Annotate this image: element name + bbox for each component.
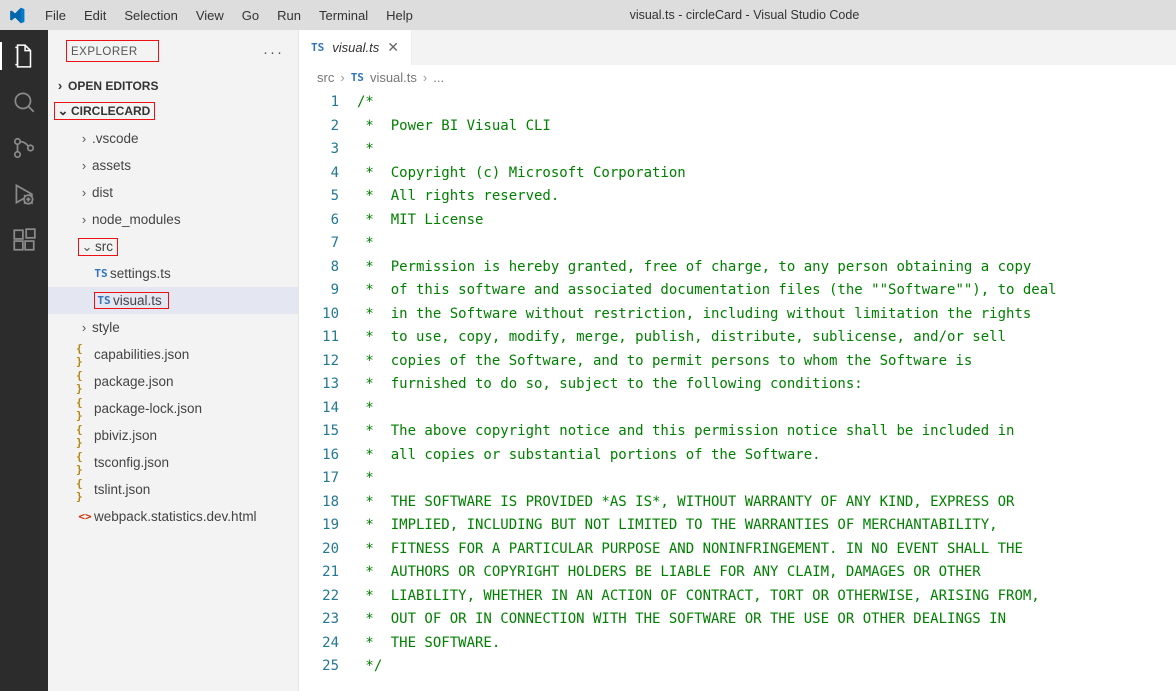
- tab-label: visual.ts: [332, 40, 379, 55]
- breadcrumb-file[interactable]: visual.ts: [370, 70, 417, 85]
- ts-file-icon: TS: [92, 267, 110, 280]
- menu-edit[interactable]: Edit: [76, 4, 114, 27]
- chevron-down-icon: ⌄: [55, 103, 71, 119]
- open-editors-section[interactable]: › OPEN EDITORS: [48, 74, 298, 97]
- extensions-icon[interactable]: [10, 226, 38, 254]
- run-debug-icon[interactable]: [10, 180, 38, 208]
- window-title: visual.ts - circleCard - Visual Studio C…: [421, 8, 1168, 22]
- folder-node-modules[interactable]: ›node_modules: [48, 206, 298, 233]
- code-content[interactable]: /* * Power BI Visual CLI * * Copyright (…: [357, 91, 1176, 691]
- html-file-icon: <>: [76, 510, 94, 523]
- file-tsconfig-json[interactable]: { }tsconfig.json: [48, 449, 298, 476]
- sidebar-title: EXPLORER: [71, 46, 138, 58]
- chevron-right-icon: ›: [423, 70, 427, 85]
- json-file-icon: { }: [76, 342, 94, 368]
- ts-file-icon: TS: [311, 41, 324, 54]
- breadcrumb-src[interactable]: src: [317, 70, 334, 85]
- ts-file-icon: TS: [351, 71, 364, 84]
- tabs-bar: TS visual.ts ✕: [299, 30, 1176, 65]
- file-webpack-html[interactable]: <>webpack.statistics.dev.html: [48, 503, 298, 530]
- explorer-icon[interactable]: [10, 42, 38, 70]
- file-package-lock-json[interactable]: { }package-lock.json: [48, 395, 298, 422]
- line-numbers: 1234567891011121314151617181920212223242…: [299, 91, 357, 691]
- file-package-json[interactable]: { }package.json: [48, 368, 298, 395]
- menu-selection[interactable]: Selection: [116, 4, 185, 27]
- menu-view[interactable]: View: [188, 4, 232, 27]
- source-control-icon[interactable]: [10, 134, 38, 162]
- chevron-right-icon: ›: [52, 78, 68, 93]
- menu-file[interactable]: File: [37, 4, 74, 27]
- activity-bar: [0, 30, 48, 691]
- json-file-icon: { }: [76, 477, 94, 503]
- file-visual-ts[interactable]: TSvisual.ts: [48, 287, 298, 314]
- folder-vscode[interactable]: ›.vscode: [48, 125, 298, 152]
- breadcrumb[interactable]: src › TS visual.ts › ...: [299, 65, 1176, 89]
- folder-src[interactable]: ⌄src: [48, 233, 298, 260]
- file-tree: ›.vscode ›assets ›dist ›node_modules ⌄sr…: [48, 125, 298, 538]
- folder-dist[interactable]: ›dist: [48, 179, 298, 206]
- sidebar: EXPLORER ··· › OPEN EDITORS ⌄ CIRCLECARD…: [48, 30, 299, 691]
- menu-help[interactable]: Help: [378, 4, 421, 27]
- editor-group: TS visual.ts ✕ src › TS visual.ts › ... …: [299, 30, 1176, 691]
- menu-go[interactable]: Go: [234, 4, 267, 27]
- title-bar: FileEditSelectionViewGoRunTerminalHelp v…: [0, 0, 1176, 30]
- menu-run[interactable]: Run: [269, 4, 309, 27]
- file-settings-ts[interactable]: TSsettings.ts: [48, 260, 298, 287]
- code-editor[interactable]: 1234567891011121314151617181920212223242…: [299, 89, 1176, 691]
- search-icon[interactable]: [10, 88, 38, 116]
- menu-bar: FileEditSelectionViewGoRunTerminalHelp: [37, 4, 421, 27]
- vscode-logo-icon: [8, 7, 25, 24]
- breadcrumb-more[interactable]: ...: [433, 70, 444, 85]
- json-file-icon: { }: [76, 369, 94, 395]
- menu-terminal[interactable]: Terminal: [311, 4, 376, 27]
- json-file-icon: { }: [76, 423, 94, 449]
- close-icon[interactable]: ✕: [387, 39, 399, 56]
- ts-file-icon: TS: [95, 294, 113, 307]
- json-file-icon: { }: [76, 396, 94, 422]
- file-tslint-json[interactable]: { }tslint.json: [48, 476, 298, 503]
- file-pbiviz-json[interactable]: { }pbiviz.json: [48, 422, 298, 449]
- folder-assets[interactable]: ›assets: [48, 152, 298, 179]
- folder-style[interactable]: ›style: [48, 314, 298, 341]
- tab-visual-ts[interactable]: TS visual.ts ✕: [299, 30, 412, 65]
- file-capabilities-json[interactable]: { }capabilities.json: [48, 341, 298, 368]
- json-file-icon: { }: [76, 450, 94, 476]
- chevron-right-icon: ›: [340, 70, 344, 85]
- project-section[interactable]: ⌄ CIRCLECARD: [48, 97, 298, 125]
- sidebar-more-icon[interactable]: ···: [263, 44, 284, 61]
